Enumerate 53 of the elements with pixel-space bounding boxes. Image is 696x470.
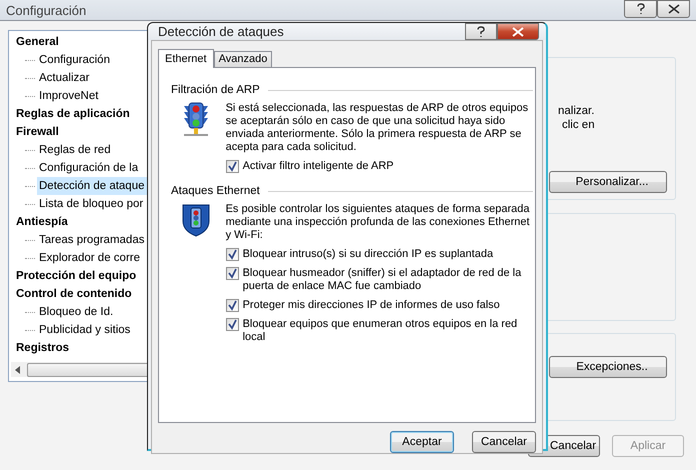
exceptions-button[interactable]: Excepciones.. [549, 356, 667, 378]
window-title: Configuración [6, 2, 86, 18]
tree-category[interactable]: Control de contenido [15, 285, 133, 303]
customize-button[interactable]: Personalizar... [549, 171, 667, 193]
help-icon [476, 26, 486, 38]
section-description: Si está seleccionada, las respuestas de ARP de otros equipos se aceptarán sólo en caso de que una solicitud haya sido enviada anteriormente. Sólo la primera respuesta de ARP se acepta para cada solicitud. [226, 102, 530, 154]
tab[interactable]: Avanzado [214, 51, 272, 67]
checkbox-label[interactable]: Proteger mis direcciones IP de informes de uso falso [242, 299, 500, 312]
close-icon [512, 26, 524, 36]
section-title: Filtración de ARP [171, 84, 260, 96]
checkbox-label[interactable]: Bloquear intruso(s) si su dirección IP es suplantada [242, 248, 494, 261]
checkbox[interactable] [226, 267, 239, 280]
shield-traffic-light-icon [181, 203, 212, 237]
tree-item[interactable]: Detección de ataque [37, 177, 146, 195]
checkbox-label[interactable]: Bloquear husmeador (sniffer) si el adaptador de red de la puerta de enlace MAC fue cambiado [242, 267, 535, 293]
close-button[interactable] [497, 23, 539, 40]
close-button[interactable] [657, 0, 690, 18]
description-text: clic en [562, 118, 596, 132]
dialog-button[interactable]: Cancelar [472, 431, 536, 453]
tree-item[interactable]: Configuración de la [37, 159, 140, 177]
tree-category[interactable]: Registros [15, 339, 70, 357]
tab[interactable]: Ethernet [158, 49, 214, 68]
scroll-left-icon[interactable] [15, 366, 21, 374]
tree-item[interactable]: Lista de bloqueo por [37, 195, 146, 213]
checkbox[interactable] [226, 318, 239, 331]
checkbox-label[interactable]: Bloquear equipos que enumeran otros equipos en la red local [242, 318, 535, 344]
tree-item[interactable]: Bloqueo de Id. [37, 303, 116, 321]
section-description: Es posible controlar los siguientes ataques de forma separada mediante una inspección profunda de las conexiones Ethernet y Wi-Fi: [226, 203, 531, 242]
help-button[interactable] [465, 23, 497, 40]
checkbox[interactable] [226, 160, 239, 173]
tree-item[interactable]: Configuración [37, 51, 112, 69]
section-title: Ataques Ethernet [171, 185, 260, 197]
tree-category[interactable]: Reglas de aplicación [15, 105, 131, 123]
tree-item[interactable]: Explorador de corre [37, 249, 142, 267]
tree-category[interactable]: Firewall [15, 123, 60, 141]
close-icon [668, 4, 680, 14]
traffic-light-icon [183, 102, 210, 138]
description-text: nalizar. [558, 104, 596, 118]
tree-category[interactable]: General [15, 33, 60, 51]
tree-category[interactable]: Protección del equipo [15, 267, 138, 285]
tree-item[interactable]: ImproveNet [37, 87, 100, 105]
tree-item[interactable]: Reglas de red [37, 141, 113, 159]
help-icon [636, 3, 646, 15]
tree-item[interactable]: Tareas programadas [37, 231, 146, 249]
checkbox-label[interactable]: Activar filtro inteligente de ARP [242, 160, 394, 173]
checkbox[interactable] [226, 299, 239, 312]
dialog-title: Detección de ataques [158, 24, 284, 39]
checkbox[interactable] [226, 248, 239, 261]
tree-item[interactable]: Publicidad y sitios [37, 321, 132, 339]
dialog-button[interactable]: Aceptar [390, 431, 454, 453]
tree-category[interactable]: Antiespía [15, 213, 69, 231]
help-button[interactable] [624, 0, 657, 18]
tree-item[interactable]: Actualizar [37, 69, 92, 87]
